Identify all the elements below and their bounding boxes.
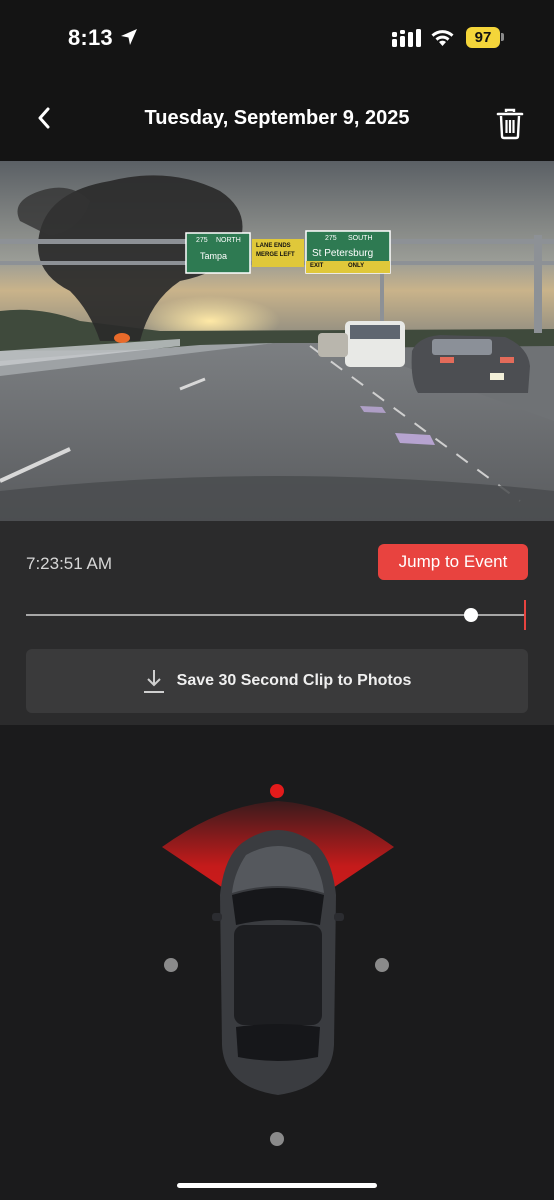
- battery-icon: 97: [466, 27, 500, 48]
- event-marker: [524, 600, 526, 630]
- rear-camera-button[interactable]: [270, 1132, 284, 1146]
- video-player[interactable]: 275 NORTH Tampa LANE ENDS MERGE LEFT 275…: [0, 161, 554, 521]
- save-clip-label: Save 30 Second Clip to Photos: [176, 672, 412, 689]
- page-title: Tuesday, September 9, 2025: [144, 107, 410, 129]
- sign-right-only: ONLY: [348, 263, 365, 269]
- home-indicator[interactable]: [177, 1183, 377, 1188]
- delete-button[interactable]: [490, 104, 530, 144]
- sign-left-route: 275: [196, 237, 208, 244]
- timestamp: 7:23:51 AM: [26, 554, 113, 573]
- sign-middle-line2: MERGE LEFT: [256, 252, 295, 258]
- sign-right-exit: EXIT: [310, 263, 324, 269]
- battery-cap: [501, 33, 504, 41]
- save-clip-button[interactable]: Save 30 Second Clip to Photos: [26, 649, 528, 713]
- left-camera-button[interactable]: [164, 958, 178, 972]
- download-icon: [143, 670, 164, 693]
- jump-to-event-button[interactable]: Jump to Event: [378, 544, 528, 580]
- car-top-view: [162, 801, 394, 1095]
- sign-right-route: 275: [325, 235, 337, 242]
- cellular-signal-icon: [392, 29, 421, 47]
- front-camera-button[interactable]: [270, 784, 284, 798]
- wifi-icon: [431, 30, 454, 46]
- sign-left-direction: NORTH: [216, 237, 241, 244]
- sign-right-city: St Petersburg: [312, 248, 374, 259]
- sign-right-direction: SOUTH: [348, 235, 373, 242]
- scrubber-thumb[interactable]: [464, 608, 478, 622]
- dashcam-frame: [0, 161, 554, 521]
- sign-middle-line1: LANE ENDS: [256, 243, 291, 249]
- scrubber-track[interactable]: [26, 614, 526, 616]
- status-time: 8:13: [68, 25, 113, 50]
- trash-icon: [496, 108, 524, 140]
- right-camera-button[interactable]: [375, 958, 389, 972]
- sign-left-city: Tampa: [200, 251, 228, 261]
- location-arrow-icon: [121, 29, 137, 45]
